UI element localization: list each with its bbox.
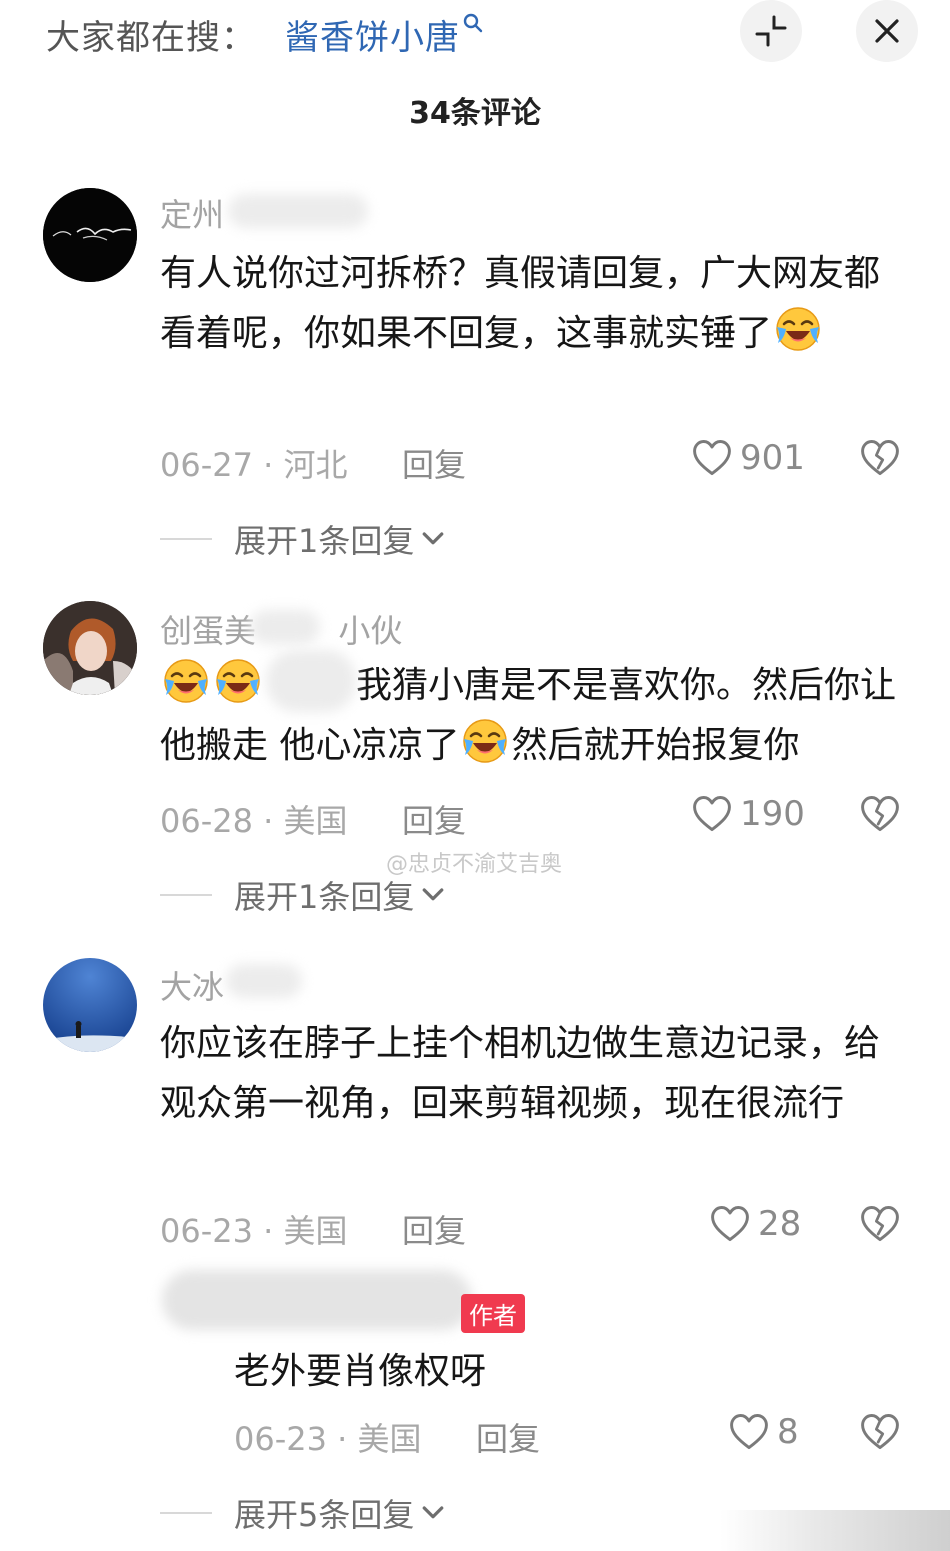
like-count: 190 [740,794,805,834]
expand-divider [160,894,212,896]
broken-heart-icon[interactable] [858,1202,902,1246]
chevron-down-icon [418,524,448,554]
chevron-down-icon [418,1498,448,1528]
heart-icon [690,436,734,480]
comment-location: 美国 [283,1212,348,1250]
comment-meta: 06-27 · 河北 [160,440,348,486]
close-button[interactable] [856,0,918,62]
hot-search-link[interactable]: 酱香饼小唐 [285,10,484,59]
reply-date: 06-23 [234,1420,327,1458]
avatar-image [43,958,137,1052]
heart-icon [690,792,734,836]
reply-location: 美国 [357,1420,422,1458]
like-count: 8 [777,1412,799,1452]
reply-meta: 06-23 · 美国 [234,1414,422,1460]
laugh-cry-emoji-icon [162,657,210,705]
expand-replies-button[interactable]: 展开5条回复 [160,1490,448,1536]
hot-search-term: 酱香饼小唐 [285,18,460,58]
username-start: 创蛋美 [160,612,257,650]
avatar[interactable] [43,958,137,1052]
watermark: @忠贞不渝艾吉奥 [386,852,563,877]
username-blur-mask [228,194,368,228]
meta-separator: · [263,1212,284,1250]
reply-button[interactable]: 回复 [402,796,466,842]
broken-heart-icon[interactable] [858,436,902,480]
close-icon [875,19,899,43]
expand-label: 展开1条回复 [234,522,415,560]
comment-text: 你应该在脖子上挂个相机边做生意边记录，给观众第一视角，回来剪辑视频，现在很流行 [160,1023,881,1124]
like-button[interactable]: 28 [708,1202,801,1246]
collapse-button[interactable] [740,0,802,62]
heart-icon [708,1202,752,1246]
comment-date: 06-23 [160,1212,253,1250]
avatar-image [43,188,137,282]
username[interactable]: 大冰 [160,962,224,1008]
chevron-down-icon [418,880,448,910]
comment-meta: 06-28 · 美国 [160,796,348,842]
like-count: 28 [758,1204,802,1244]
broken-heart-icon[interactable] [858,1410,902,1454]
expand-replies-button[interactable]: 展开1条回复 [160,872,448,918]
username-blur-mask [226,964,302,998]
avatar[interactable] [43,188,137,282]
avatar[interactable] [43,601,137,695]
avatar-image [43,601,137,695]
expand-label: 展开5条回复 [234,1496,415,1534]
comment-body: 有人说你过河拆桥？真假请回复，广大网友都看着呢，你如果不回复，这事就实锤了 [160,253,881,354]
meta-separator: · [263,802,284,840]
laugh-cry-emoji-icon [214,657,262,705]
reply-user-blur-mask[interactable] [162,1270,472,1330]
author-badge: 作者 [461,1294,525,1333]
like-button[interactable]: 8 [727,1410,799,1454]
comment-meta: 06-23 · 美国 [160,1206,348,1252]
username[interactable]: 定州 [160,190,224,236]
laugh-cry-emoji-icon [774,305,822,353]
expand-divider [160,1512,212,1514]
comment-count: 34条评论 [409,96,541,131]
username-blur-mask [250,610,320,644]
comment-body-continued: 然后就开始报复你 [511,725,800,766]
comment-location: 河北 [283,446,348,484]
username-end: 小伙 [338,612,403,650]
meta-separator: · [263,446,284,484]
reply-button[interactable]: 回复 [402,440,466,486]
reply-button[interactable]: 回复 [476,1414,540,1460]
expand-label: 展开1条回复 [234,878,415,916]
heart-icon [727,1410,771,1454]
reply-text: 老外要肖像权呀 [234,1351,487,1392]
comment-text: 有人说你过河拆桥？真假请回复，广大网友都看着呢，你如果不回复，这事就实锤了 [160,244,890,364]
reply-button[interactable]: 回复 [402,1206,466,1252]
broken-heart-icon[interactable] [858,792,902,836]
meta-separator: · [337,1420,358,1458]
comment-location: 美国 [283,802,348,840]
top-bar: 大家都在搜： 酱香饼小唐 [0,0,950,64]
like-button[interactable]: 901 [690,436,805,480]
laugh-cry-emoji-icon [461,717,509,765]
comment-date: 06-28 [160,802,253,840]
like-button[interactable]: 190 [690,792,805,836]
collapse-icon [755,15,787,47]
search-prompt: 大家都在搜： [46,18,256,58]
mention-blur-mask [266,650,356,712]
comment-date: 06-27 [160,446,253,484]
expand-divider [160,538,212,540]
bottom-edge-artifact [720,1510,950,1551]
search-icon [463,13,483,33]
expand-replies-button[interactable]: 展开1条回复 [160,516,448,562]
like-count: 901 [740,438,805,478]
